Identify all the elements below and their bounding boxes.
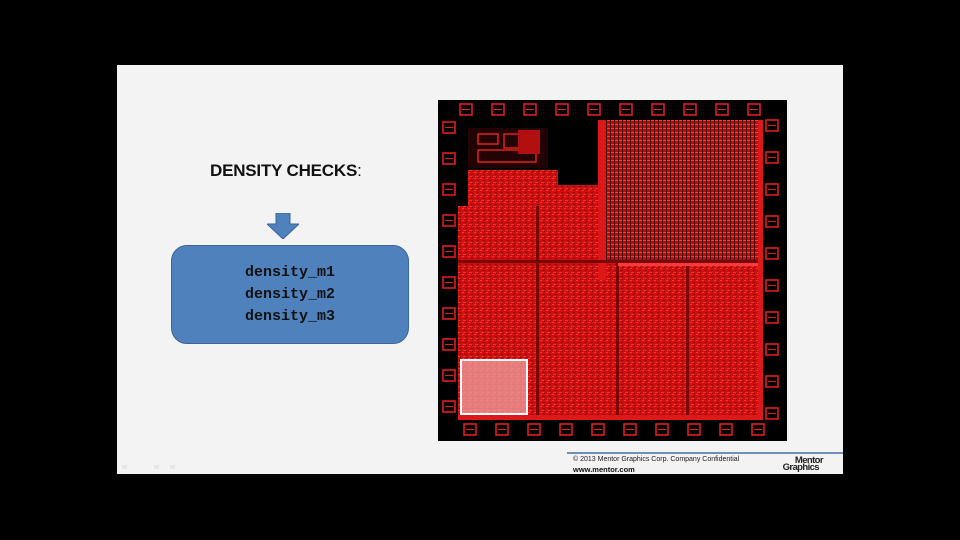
nav-next-icon[interactable] [170, 465, 175, 469]
chip-layout-svg [442, 103, 779, 436]
copyright-text: © 2013 Mentor Graphics Corp. Company Con… [573, 456, 740, 463]
check-density-m1: density_m1 [244, 263, 335, 281]
nav-menu-icon[interactable] [154, 465, 159, 469]
down-arrow-icon [267, 213, 299, 239]
check-density-m2: density_m2 [244, 285, 335, 303]
slide-nav-controls[interactable] [122, 463, 182, 471]
mentor-graphics-logo: Mentor Graphics [782, 455, 824, 473]
density-checks-box: density_m1 density_m2 density_m3 [171, 245, 409, 344]
check-density-m3: density_m3 [244, 307, 335, 325]
slide-title: DENSITY CHECKS: [210, 161, 362, 180]
slide: DENSITY CHECKS: density_m1 density_m2 de… [117, 65, 843, 474]
footer-divider [567, 452, 843, 454]
nav-prev-icon[interactable] [122, 465, 127, 469]
website-link[interactable]: www.mentor.com [573, 465, 635, 474]
chip-layout-image [438, 100, 787, 441]
density-window-highlight [460, 359, 528, 415]
